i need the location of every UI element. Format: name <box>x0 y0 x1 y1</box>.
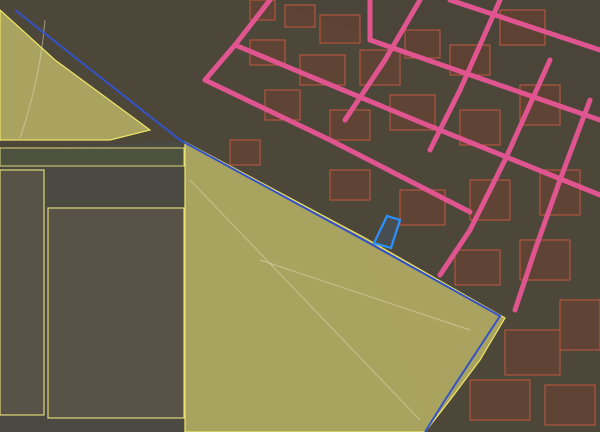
farm-plot-west-1[interactable] <box>0 169 45 416</box>
parcel[interactable] <box>504 329 561 376</box>
parcel[interactable] <box>319 14 361 44</box>
parcel[interactable] <box>544 384 596 426</box>
map-canvas[interactable] <box>0 0 600 432</box>
farm-plot-west-2[interactable] <box>47 207 185 419</box>
tree-belt <box>0 147 185 167</box>
parcel[interactable] <box>284 4 316 28</box>
parcel[interactable] <box>329 169 371 201</box>
map-view[interactable] <box>0 0 600 432</box>
parcel[interactable] <box>559 299 600 351</box>
parcel[interactable] <box>454 249 501 286</box>
parcel[interactable] <box>469 379 531 421</box>
parcel[interactable] <box>229 139 261 166</box>
